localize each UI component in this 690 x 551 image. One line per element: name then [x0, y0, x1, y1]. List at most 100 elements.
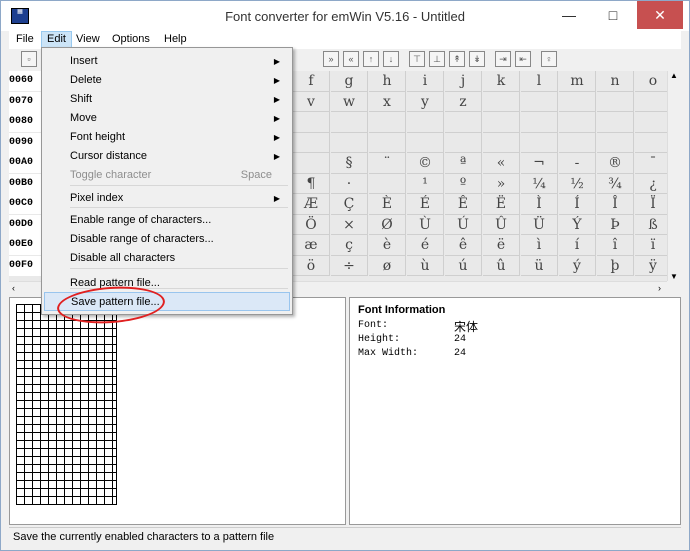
character-cell[interactable]: © — [407, 153, 444, 174]
character-cell[interactable] — [597, 91, 634, 112]
character-cell[interactable]: j — [445, 71, 482, 92]
character-cell[interactable]: û — [483, 255, 520, 276]
character-cell[interactable] — [597, 112, 634, 133]
character-cell[interactable] — [521, 91, 558, 112]
menu-item-toggle-character[interactable]: Toggle character Space — [44, 166, 290, 185]
shift-up-icon[interactable]: ↑ — [363, 51, 379, 67]
vertical-scrollbar[interactable]: ▲ ▼ — [667, 71, 682, 281]
character-cell[interactable] — [331, 132, 368, 153]
scroll-left-icon[interactable]: ‹ — [12, 283, 15, 293]
character-cell[interactable] — [293, 132, 330, 153]
move-down-icon[interactable]: ↡ — [469, 51, 485, 67]
character-cell[interactable] — [369, 112, 406, 133]
character-cell[interactable]: n — [597, 71, 634, 92]
character-cell[interactable]: ù — [407, 255, 444, 276]
character-cell[interactable]: ÷ — [331, 255, 368, 276]
menu-item-enable-range[interactable]: Enable range of characters... — [44, 211, 290, 230]
shift-down-icon[interactable]: ↓ — [383, 51, 399, 67]
character-cell[interactable]: º — [445, 173, 482, 194]
title-bar[interactable]: ▦ Font converter for emWin V5.16 - Untit… — [1, 1, 689, 31]
character-cell[interactable]: ¶ — [293, 173, 330, 194]
character-cell[interactable]: Ø — [369, 214, 406, 235]
character-cell[interactable] — [445, 132, 482, 153]
menu-item-delete[interactable]: Delete ▶ — [44, 71, 290, 90]
character-cell[interactable]: y — [407, 91, 444, 112]
character-cell[interactable]: Þ — [597, 214, 634, 235]
character-cell[interactable]: Æ — [293, 194, 330, 215]
scroll-up-icon[interactable]: ▲ — [670, 71, 678, 80]
character-cell[interactable]: þ — [597, 255, 634, 276]
character-cell[interactable]: Ç — [331, 194, 368, 215]
character-cell[interactable] — [407, 112, 444, 133]
character-cell[interactable]: ¿ — [635, 174, 667, 194]
move-top-icon[interactable]: ⊤ — [409, 51, 425, 67]
minimize-icon[interactable]: — — [549, 1, 589, 29]
character-cell[interactable]: « — [483, 153, 520, 174]
character-cell[interactable]: m — [559, 71, 596, 92]
character-cell[interactable]: ¼ — [521, 173, 558, 194]
character-cell[interactable]: ï — [635, 235, 667, 256]
character-cell[interactable]: Ù — [407, 214, 444, 235]
menu-item-cursor-distance[interactable]: Cursor distance ▶ — [44, 147, 290, 166]
menu-item-insert[interactable]: Insert ▶ — [44, 52, 290, 71]
menu-item-move[interactable]: Move ▶ — [44, 109, 290, 128]
character-cell[interactable]: ü — [521, 255, 558, 276]
character-cell[interactable]: ¾ — [597, 173, 634, 194]
character-cell[interactable]: é — [407, 235, 444, 256]
character-cell[interactable]: ì — [521, 235, 558, 256]
character-cell[interactable]: o — [635, 71, 667, 92]
menu-item-disable-range[interactable]: Disable range of characters... — [44, 230, 290, 249]
character-cell[interactable] — [483, 91, 520, 112]
menu-options[interactable]: Options — [107, 31, 155, 48]
character-cell[interactable]: ê — [445, 235, 482, 256]
character-cell[interactable]: Ú — [445, 214, 482, 235]
menu-file[interactable]: File — [11, 31, 39, 48]
character-cell[interactable] — [407, 132, 444, 153]
character-cell[interactable]: ½ — [559, 173, 596, 194]
menu-item-pixel-index[interactable]: Pixel index ▶ — [44, 189, 290, 208]
character-cell[interactable] — [521, 112, 558, 133]
character-cell[interactable] — [635, 92, 667, 112]
character-cell[interactable] — [521, 132, 558, 153]
menu-item-shift[interactable]: Shift ▶ — [44, 90, 290, 109]
maximize-icon[interactable]: □ — [593, 1, 633, 29]
new-file-icon[interactable]: ▫ — [21, 51, 37, 67]
character-cell[interactable]: § — [331, 153, 368, 174]
character-cell[interactable] — [635, 112, 667, 133]
character-cell[interactable]: É — [407, 194, 444, 215]
character-cell[interactable]: Í — [559, 194, 596, 215]
pixel-grid[interactable] — [16, 304, 117, 505]
character-cell[interactable]: Ý — [559, 214, 596, 235]
character-cell[interactable] — [483, 112, 520, 133]
character-cell[interactable] — [483, 132, 520, 153]
character-cell[interactable]: w — [331, 91, 368, 112]
character-cell[interactable]: Ê — [445, 194, 482, 215]
scroll-right-icon[interactable]: › — [658, 283, 661, 293]
character-cell[interactable]: æ — [293, 235, 330, 256]
character-cell[interactable]: Ü — [521, 214, 558, 235]
character-cell[interactable]: ¹ — [407, 173, 444, 194]
character-cell[interactable]: ú — [445, 255, 482, 276]
character-cell[interactable]: v — [293, 91, 330, 112]
character-cell[interactable]: Ï — [635, 194, 667, 215]
character-cell[interactable]: ¨ — [369, 153, 406, 174]
character-cell[interactable]: f — [293, 71, 330, 92]
character-cell[interactable]: ß — [635, 215, 667, 235]
character-cell[interactable]: - — [559, 153, 596, 174]
character-cell[interactable] — [293, 112, 330, 133]
character-cell[interactable]: è — [369, 235, 406, 256]
character-cell[interactable]: ý — [559, 255, 596, 276]
character-cell[interactable]: Î — [597, 194, 634, 215]
character-cell[interactable]: · — [331, 173, 368, 194]
width-increase-icon[interactable]: ⇥ — [495, 51, 511, 67]
character-cell[interactable]: k — [483, 71, 520, 92]
character-cell[interactable] — [559, 132, 596, 153]
character-cell[interactable] — [369, 173, 406, 194]
character-cell[interactable]: î — [597, 235, 634, 256]
menu-item-font-height[interactable]: Font height ▶ — [44, 128, 290, 147]
character-cell[interactable] — [445, 112, 482, 133]
character-cell[interactable]: ø — [369, 255, 406, 276]
character-cell[interactable] — [597, 132, 634, 153]
menu-item-disable-all[interactable]: Disable all characters — [44, 249, 290, 268]
character-cell[interactable] — [293, 153, 330, 174]
